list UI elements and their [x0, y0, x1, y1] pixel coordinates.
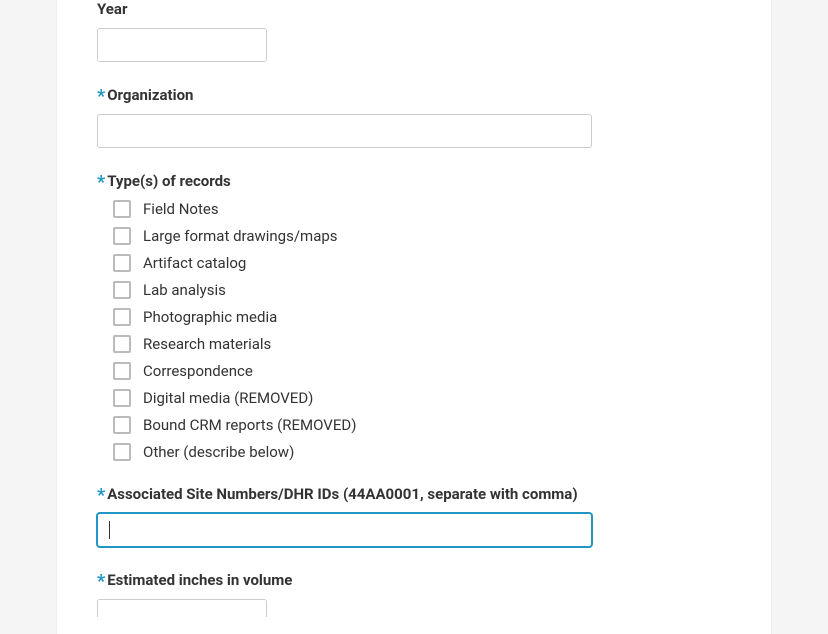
checkbox-row-correspondence: Correspondence	[113, 362, 731, 380]
field-organization: *Organization	[97, 86, 731, 148]
checkbox-bound-crm[interactable]	[113, 416, 131, 434]
year-label: Year	[97, 0, 731, 18]
checkbox-row-digital-media: Digital media (REMOVED)	[113, 389, 731, 407]
checkbox-label: Large format drawings/maps	[143, 227, 338, 245]
required-mark: *	[97, 485, 105, 506]
checkbox-label: Artifact catalog	[143, 254, 246, 272]
record-types-label: Type(s) of records	[107, 172, 231, 190]
year-input[interactable]	[98, 29, 267, 61]
checkbox-photographic[interactable]	[113, 308, 131, 326]
checkbox-row-field-notes: Field Notes	[113, 200, 731, 218]
checkbox-label: Correspondence	[143, 362, 253, 380]
checkbox-correspondence[interactable]	[113, 362, 131, 380]
checkbox-lab-analysis[interactable]	[113, 281, 131, 299]
record-types-label-row: *Type(s) of records	[97, 172, 731, 190]
organization-label-row: *Organization	[97, 86, 731, 104]
organization-input[interactable]	[97, 114, 592, 148]
checkbox-research[interactable]	[113, 335, 131, 353]
checkbox-row-research: Research materials	[113, 335, 731, 353]
required-mark: *	[97, 86, 105, 107]
checkbox-row-other: Other (describe below)	[113, 443, 731, 461]
estimated-inches-label-row: *Estimated inches in volume	[97, 571, 731, 589]
site-numbers-label-row: *Associated Site Numbers/DHR IDs (44AA00…	[97, 485, 731, 503]
estimated-inches-input-wrap: ▲	[97, 599, 267, 617]
required-mark: *	[97, 571, 105, 592]
checkbox-label: Other (describe below)	[143, 443, 294, 461]
required-mark: *	[97, 172, 105, 193]
organization-label: Organization	[107, 86, 193, 104]
estimated-inches-label: Estimated inches in volume	[107, 571, 292, 589]
checkbox-label: Bound CRM reports (REMOVED)	[143, 416, 356, 434]
site-numbers-input[interactable]	[97, 513, 592, 547]
checkbox-field-notes[interactable]	[113, 200, 131, 218]
checkbox-row-photographic: Photographic media	[113, 308, 731, 326]
checkbox-row-large-format: Large format drawings/maps	[113, 227, 731, 245]
checkbox-label: Research materials	[143, 335, 271, 353]
year-input-wrap: ▲ ▼	[97, 28, 267, 62]
checkbox-large-format[interactable]	[113, 227, 131, 245]
checkbox-row-artifact-catalog: Artifact catalog	[113, 254, 731, 272]
estimated-inches-input[interactable]	[98, 600, 267, 617]
checkbox-other[interactable]	[113, 443, 131, 461]
checkbox-row-lab-analysis: Lab analysis	[113, 281, 731, 299]
field-site-numbers: *Associated Site Numbers/DHR IDs (44AA00…	[97, 485, 731, 547]
record-types-list: Field Notes Large format drawings/maps A…	[113, 200, 731, 461]
form-panel: Year ▲ ▼ *Organization	[56, 0, 772, 634]
checkbox-row-bound-crm: Bound CRM reports (REMOVED)	[113, 416, 731, 434]
field-year: Year ▲ ▼	[97, 0, 731, 62]
field-estimated-inches: *Estimated inches in volume ▲	[97, 571, 731, 617]
checkbox-label: Photographic media	[143, 308, 277, 326]
checkbox-label: Digital media (REMOVED)	[143, 389, 313, 407]
checkbox-label: Lab analysis	[143, 281, 226, 299]
field-record-types: *Type(s) of records Field Notes Large fo…	[97, 172, 731, 461]
site-numbers-label: Associated Site Numbers/DHR IDs (44AA000…	[107, 485, 577, 503]
checkbox-digital-media[interactable]	[113, 389, 131, 407]
checkbox-artifact-catalog[interactable]	[113, 254, 131, 272]
checkbox-label: Field Notes	[143, 200, 219, 218]
